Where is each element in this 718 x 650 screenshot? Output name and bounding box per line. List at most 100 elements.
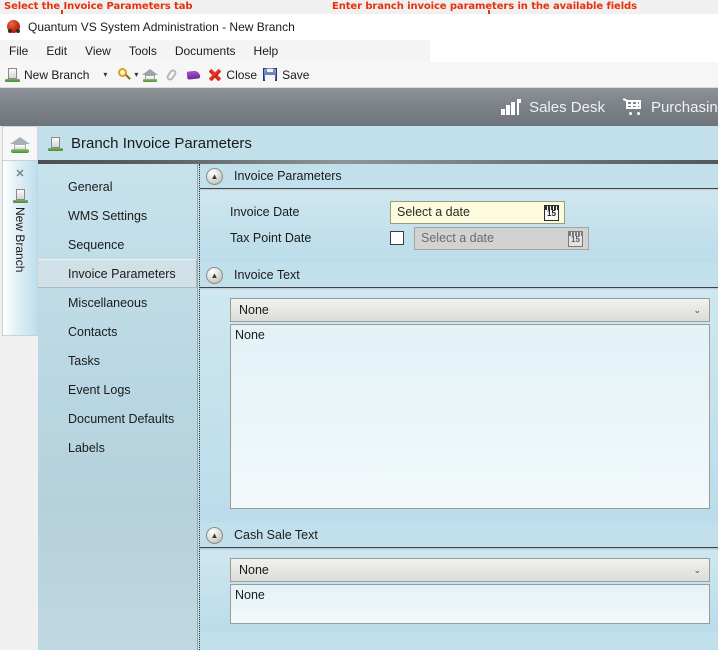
section-title-cash-sale-text: Cash Sale Text: [234, 528, 318, 542]
nav-item-invoice-parameters[interactable]: Invoice Parameters: [38, 259, 197, 288]
input-tax-point-date[interactable]: Select a date 15: [414, 226, 589, 250]
settings-nav: General WMS Settings Sequence Invoice Pa…: [38, 164, 198, 650]
close-icon[interactable]: ✕: [15, 167, 24, 180]
toolbar-attachment-button[interactable]: [164, 64, 180, 86]
toolbar-save-button[interactable]: Save: [263, 64, 309, 86]
toolbar-new-branch-label: New Branch: [24, 67, 90, 82]
calendar-day: 15: [571, 234, 580, 244]
annotation-text-1: Select the Invoice Parameters tab: [4, 1, 193, 12]
paperclip-icon: [164, 67, 180, 83]
nav-label-labels: Labels: [68, 440, 105, 455]
save-disk-icon: [263, 67, 278, 82]
menu-bar-filler: [430, 40, 718, 62]
ribbon-item-sales-desk[interactable]: Sales Desk: [501, 99, 605, 116]
nav-label-tasks: Tasks: [68, 353, 100, 368]
textarea-cash-sale-text[interactable]: None: [230, 584, 710, 624]
menu-item-help[interactable]: Help: [245, 40, 288, 62]
rail-home-button[interactable]: [2, 126, 38, 160]
nav-item-contacts[interactable]: Contacts: [38, 317, 197, 346]
textarea-invoice-text-value: None: [235, 328, 265, 342]
menu-bar: File Edit View Tools Documents Help: [0, 40, 430, 62]
panel-invoice-text: None ⌄ None: [200, 290, 718, 523]
chevron-down-icon: ⌄: [693, 305, 701, 315]
menu-item-tools[interactable]: Tools: [120, 40, 166, 62]
page-container: Branch Invoice Parameters General WMS Se…: [38, 126, 718, 650]
close-x-icon: [208, 68, 222, 82]
menu-item-documents[interactable]: Documents: [166, 40, 245, 62]
toolbar-close-label: Close: [226, 67, 258, 82]
ribbon-label-purchasing: Purchasing: [650, 98, 718, 116]
collapse-chevron-up-icon[interactable]: ▲: [206, 167, 223, 185]
toolbar-new-branch-button[interactable]: New Branch: [5, 64, 89, 86]
menu-item-view[interactable]: View: [76, 40, 120, 62]
rail-tab-new-branch[interactable]: ✕ New Branch: [2, 160, 38, 336]
section-header-invoice-parameters: ▲ Invoice Parameters: [200, 164, 718, 188]
textarea-cash-sale-text-value: None: [235, 588, 265, 602]
checkbox-tax-point-date[interactable]: [390, 231, 404, 245]
calendar-icon[interactable]: 15: [544, 204, 559, 221]
nav-item-general[interactable]: General: [38, 172, 197, 201]
nav-label-event-logs: Event Logs: [68, 382, 131, 397]
nav-label-miscellaneous: Miscellaneous: [68, 295, 148, 310]
nav-item-sequence[interactable]: Sequence: [38, 230, 197, 259]
home-icon: [10, 135, 30, 153]
panel-invoice-parameters: Invoice Date Select a date 15 Tax Point …: [200, 191, 718, 263]
chevron-down-icon: ⌄: [693, 565, 701, 575]
toolbar-save-label: Save: [282, 67, 310, 82]
field-row-tax-point-date: Tax Point Date Select a date 15: [200, 225, 718, 251]
nav-item-miscellaneous[interactable]: Miscellaneous: [38, 288, 197, 317]
page-title: Branch Invoice Parameters: [71, 134, 252, 152]
nav-item-wms-settings[interactable]: WMS Settings: [38, 201, 197, 230]
book-icon: [186, 67, 202, 83]
building-icon: [48, 136, 63, 151]
nav-label-general: General: [68, 179, 113, 194]
calendar-icon[interactable]: 15: [568, 230, 583, 247]
nav-label-sequence: Sequence: [68, 237, 125, 252]
quantum-app-icon: [6, 19, 22, 35]
chevron-down-icon[interactable]: ▾: [103, 70, 107, 79]
building-icon: [5, 67, 20, 82]
title-bar: Quantum VS System Administration - New B…: [0, 14, 718, 40]
building-icon: [12, 188, 28, 203]
nav-label-invoice-parameters: Invoice Parameters: [68, 266, 176, 281]
toolbar-search-button[interactable]: ▾: [117, 64, 142, 86]
menu-item-file[interactable]: File: [0, 40, 37, 62]
window-title: Quantum VS System Administration - New B…: [28, 20, 295, 34]
menu-item-edit[interactable]: Edit: [37, 40, 76, 62]
nav-label-document-defaults: Document Defaults: [68, 411, 175, 426]
left-rail: ✕ New Branch: [0, 126, 38, 650]
nav-item-tasks[interactable]: Tasks: [38, 346, 197, 375]
input-invoice-date-value: Select a date: [397, 205, 470, 219]
settings-form: ▲ Invoice Parameters Invoice Date Select…: [199, 164, 718, 650]
input-tax-point-date-value: Select a date: [421, 231, 494, 245]
toolbar-home-button[interactable]: [142, 64, 159, 86]
nav-item-labels[interactable]: Labels: [38, 433, 197, 462]
dropdown-invoice-text[interactable]: None ⌄: [230, 298, 710, 322]
section-title-invoice-parameters: Invoice Parameters: [234, 169, 342, 183]
annotation-text-2: Enter branch invoice parameters in the a…: [332, 1, 637, 12]
field-row-invoice-date: Invoice Date Select a date 15: [200, 199, 718, 225]
textarea-invoice-text[interactable]: None: [230, 324, 710, 509]
nav-label-contacts: Contacts: [68, 324, 118, 339]
search-chevron-down-icon[interactable]: ▾: [134, 70, 138, 79]
collapse-chevron-up-icon[interactable]: ▲: [206, 266, 223, 284]
nav-item-event-logs[interactable]: Event Logs: [38, 375, 197, 404]
nav-item-document-defaults[interactable]: Document Defaults: [38, 404, 197, 433]
collapse-chevron-up-icon[interactable]: ▲: [206, 526, 223, 544]
panel-cash-sale-text: None ⌄ None: [200, 550, 718, 632]
toolbar-notes-button[interactable]: [186, 64, 202, 86]
search-icon: [117, 67, 133, 83]
rail-tab-label: New Branch: [13, 207, 27, 273]
page-header: Branch Invoice Parameters: [38, 126, 718, 160]
dropdown-cash-sale-text-value: None: [239, 563, 269, 577]
dropdown-invoice-text-value: None: [239, 303, 269, 317]
ribbon-item-purchasing[interactable]: Purchasing: [622, 97, 718, 116]
section-title-invoice-text: Invoice Text: [234, 268, 300, 282]
module-ribbon: Sales Desk Purchasing: [0, 88, 718, 126]
nav-label-wms-settings: WMS Settings: [68, 208, 148, 223]
toolbar-close-button[interactable]: Close: [208, 64, 257, 86]
dropdown-cash-sale-text[interactable]: None ⌄: [230, 558, 710, 582]
input-invoice-date[interactable]: Select a date 15: [390, 200, 565, 224]
ribbon-label-sales-desk: Sales Desk: [529, 98, 605, 116]
sales-chart-icon: [501, 99, 522, 115]
